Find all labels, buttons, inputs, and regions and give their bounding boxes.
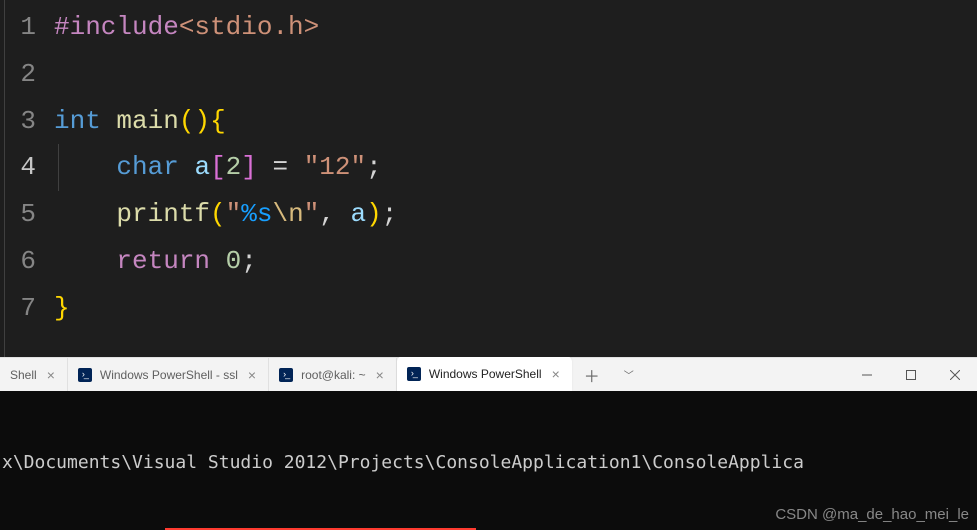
powershell-icon	[78, 368, 92, 382]
close-icon[interactable]: ×	[45, 366, 57, 384]
line-number: 4	[0, 144, 54, 191]
token-format: %s	[241, 199, 272, 229]
token-string: "12"	[304, 152, 366, 182]
tab-powershell-active[interactable]: Windows PowerShell ×	[397, 356, 572, 391]
powershell-icon	[279, 368, 293, 382]
tab-label: Windows PowerShell - ssl	[100, 368, 238, 382]
new-tab-button[interactable]: ＋	[572, 363, 612, 387]
token-brace: }	[54, 293, 70, 323]
token-number: 0	[226, 246, 242, 276]
tab-label: root@kali: ~	[301, 368, 366, 382]
line-number: 5	[0, 191, 54, 238]
token-keyword: int	[54, 106, 101, 136]
tab-dropdown-button[interactable]: ﹀	[612, 367, 646, 382]
token-op: =	[257, 152, 304, 182]
code-line-1: 1 #include<stdio.h>	[0, 4, 977, 51]
code-line-4: 4 char a[2] = "12";	[0, 144, 977, 191]
token-paren: (	[210, 199, 226, 229]
minimize-icon	[862, 370, 872, 380]
terminal-line: x\Documents\Visual Studio 2012\Projects\…	[0, 449, 977, 476]
tab-label: Shell	[10, 368, 37, 382]
line-number: 1	[0, 4, 54, 51]
code-line-6: 6 return 0;	[0, 238, 977, 285]
terminal-output[interactable]: x\Documents\Visual Studio 2012\Projects\…	[0, 391, 977, 530]
token-paren: )	[366, 199, 382, 229]
token-semicolon: ;	[366, 152, 382, 182]
token-type: char	[116, 152, 178, 182]
token-quote: "	[304, 199, 320, 229]
close-icon[interactable]: ×	[246, 366, 258, 384]
line-number: 7	[0, 285, 54, 332]
token-comma: ,	[319, 199, 350, 229]
token-bracket: [	[210, 152, 226, 182]
token-number: 2	[226, 152, 242, 182]
token-paren: )	[194, 106, 210, 136]
watermark: CSDN @ma_de_hao_mei_le	[775, 504, 969, 527]
tab-shell[interactable]: Shell ×	[0, 358, 68, 391]
window-minimize-button[interactable]	[845, 358, 889, 391]
code-line-7: 7 }	[0, 285, 977, 332]
code-line-3: 3 int main(){	[0, 98, 977, 145]
token-paren: (	[179, 106, 195, 136]
token-function: main	[116, 106, 178, 136]
tab-label: Windows PowerShell	[429, 367, 542, 381]
close-icon[interactable]: ×	[550, 365, 562, 383]
line-number: 2	[0, 51, 54, 98]
code-editor[interactable]: 1 #include<stdio.h> 2 3 int main(){ 4 ch…	[0, 0, 977, 357]
token-brace: {	[210, 106, 226, 136]
token-function: printf	[116, 199, 210, 229]
token-bracket: ]	[241, 152, 257, 182]
line-number: 6	[0, 238, 54, 285]
powershell-icon	[407, 367, 421, 381]
token-keyword: return	[116, 246, 210, 276]
token-escape: \n	[272, 199, 303, 229]
token-include: <stdio.h>	[179, 12, 319, 42]
maximize-icon	[906, 370, 916, 380]
token-var: a	[351, 199, 367, 229]
line-number: 3	[0, 98, 54, 145]
tab-powershell-ssl[interactable]: Windows PowerShell - ssl ×	[68, 358, 269, 391]
code-line-2: 2	[0, 51, 977, 98]
terminal-tabs-bar: Shell × Windows PowerShell - ssl × root@…	[0, 357, 977, 391]
token-semicolon: ;	[241, 246, 257, 276]
window-maximize-button[interactable]	[889, 358, 933, 391]
token-semicolon: ;	[382, 199, 398, 229]
close-icon	[950, 370, 960, 380]
indent-guide	[4, 0, 5, 357]
window-close-button[interactable]	[933, 358, 977, 391]
indent-guide	[58, 144, 59, 191]
code-line-5: 5 printf("%s\n", a);	[0, 191, 977, 238]
token-quote: "	[226, 199, 242, 229]
tab-root-kali[interactable]: root@kali: ~ ×	[269, 358, 397, 391]
token-var: a	[194, 152, 210, 182]
token-directive: #include	[54, 12, 179, 42]
close-icon[interactable]: ×	[374, 366, 386, 384]
